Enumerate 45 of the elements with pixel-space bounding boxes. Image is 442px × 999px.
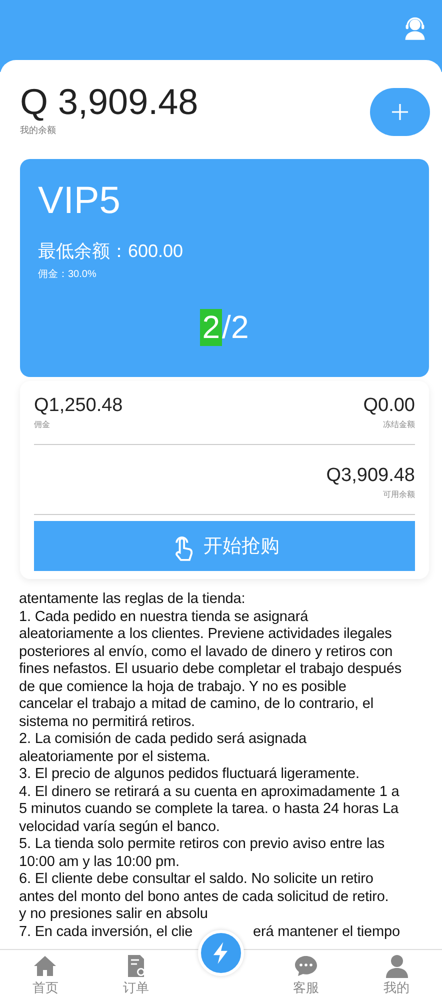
rule-text: de que comience la hoja de trabajo. Y no es posible	[19, 678, 348, 696]
rule-text: 4. El dinero se retirará a su cuenta en aproximadamente 1 a	[19, 784, 400, 801]
rule-text: 10:00 am y las 10:00 pm.	[19, 854, 180, 871]
stat-value: Q1,250.48	[34, 395, 123, 417]
completed-count: 2	[200, 309, 222, 346]
commission-rate: 佣金：30.0%	[38, 268, 98, 281]
stat-value: Q0.00	[363, 395, 415, 417]
stat-value: Q3,909.48	[326, 465, 415, 487]
add-button[interactable]	[370, 88, 430, 136]
person-icon	[384, 954, 409, 978]
rule-text: antes del monto del bono antes de cada solicitud de retiro.	[19, 888, 390, 906]
tab-item[interactable]: 客服	[260, 950, 352, 999]
tab-item[interactable]: 我的	[351, 950, 442, 999]
stat-label: 可用余额	[382, 489, 415, 500]
rule-text: aleatoriamente a los clientes. Previene actividades ilegales	[19, 626, 393, 644]
rule-text: sistema no permitirá retiros.	[19, 714, 196, 731]
stat-label: 佣金	[34, 419, 51, 430]
house-icon	[33, 954, 58, 978]
rule-text: 1. Cada pedido en nuestra tienda se asignará	[19, 608, 310, 626]
rule-text: y no presiones salir en absolu	[19, 906, 209, 924]
rule-text: erá mantener el tiempo	[253, 924, 400, 941]
minimum-balance: 最低余额：600.00	[38, 240, 184, 263]
rule-text: aleatoriamente por el sistema.	[19, 748, 212, 766]
rule-text: velocidad varía según el banco.	[19, 818, 221, 836]
rule-text: 7. En cada inversión, el clie	[19, 924, 194, 941]
lightning-button[interactable]	[198, 930, 244, 976]
rule-text: fines nefastos. El usuario debe completar el trabajo después	[19, 661, 403, 678]
rule-text: 5. La tienda solo permite retiros con previo aviso entre las	[19, 836, 386, 854]
total-count: /2	[222, 309, 249, 346]
vip-level: VIP5	[38, 179, 122, 223]
stat-label: 冻结金额	[382, 419, 415, 430]
start-button[interactable]: 开始抢购	[34, 521, 415, 571]
tab-item[interactable]: 首页	[0, 950, 91, 999]
balance-label: 我的余额	[20, 124, 57, 137]
rule-text: 5 minutos cuando se complete la tarea. o hasta 24 horas La	[19, 801, 400, 818]
plus-icon	[390, 102, 410, 122]
rule-text: 3. El precio de algunos pedidos fluctuará ligeramente.	[19, 766, 360, 784]
rule-text: posteriores al envío, como el lavado de dinero y retiros con	[19, 644, 394, 661]
rule-text: atentamente las reglas de la tienda:	[19, 591, 246, 608]
balance-amount: Q 3,909.48	[20, 82, 198, 122]
chat-bubble-icon	[294, 954, 318, 978]
tab-item[interactable]: 订单	[90, 950, 182, 999]
rule-text: 6. El cliente debe consultar el saldo. No solicite un retiro	[19, 871, 374, 888]
rule-text: cancelar el trabajo a mitad de camino, de lo contrario, el	[19, 696, 374, 714]
rule-text: 2. La comisión de cada pedido será asignada	[19, 731, 308, 748]
